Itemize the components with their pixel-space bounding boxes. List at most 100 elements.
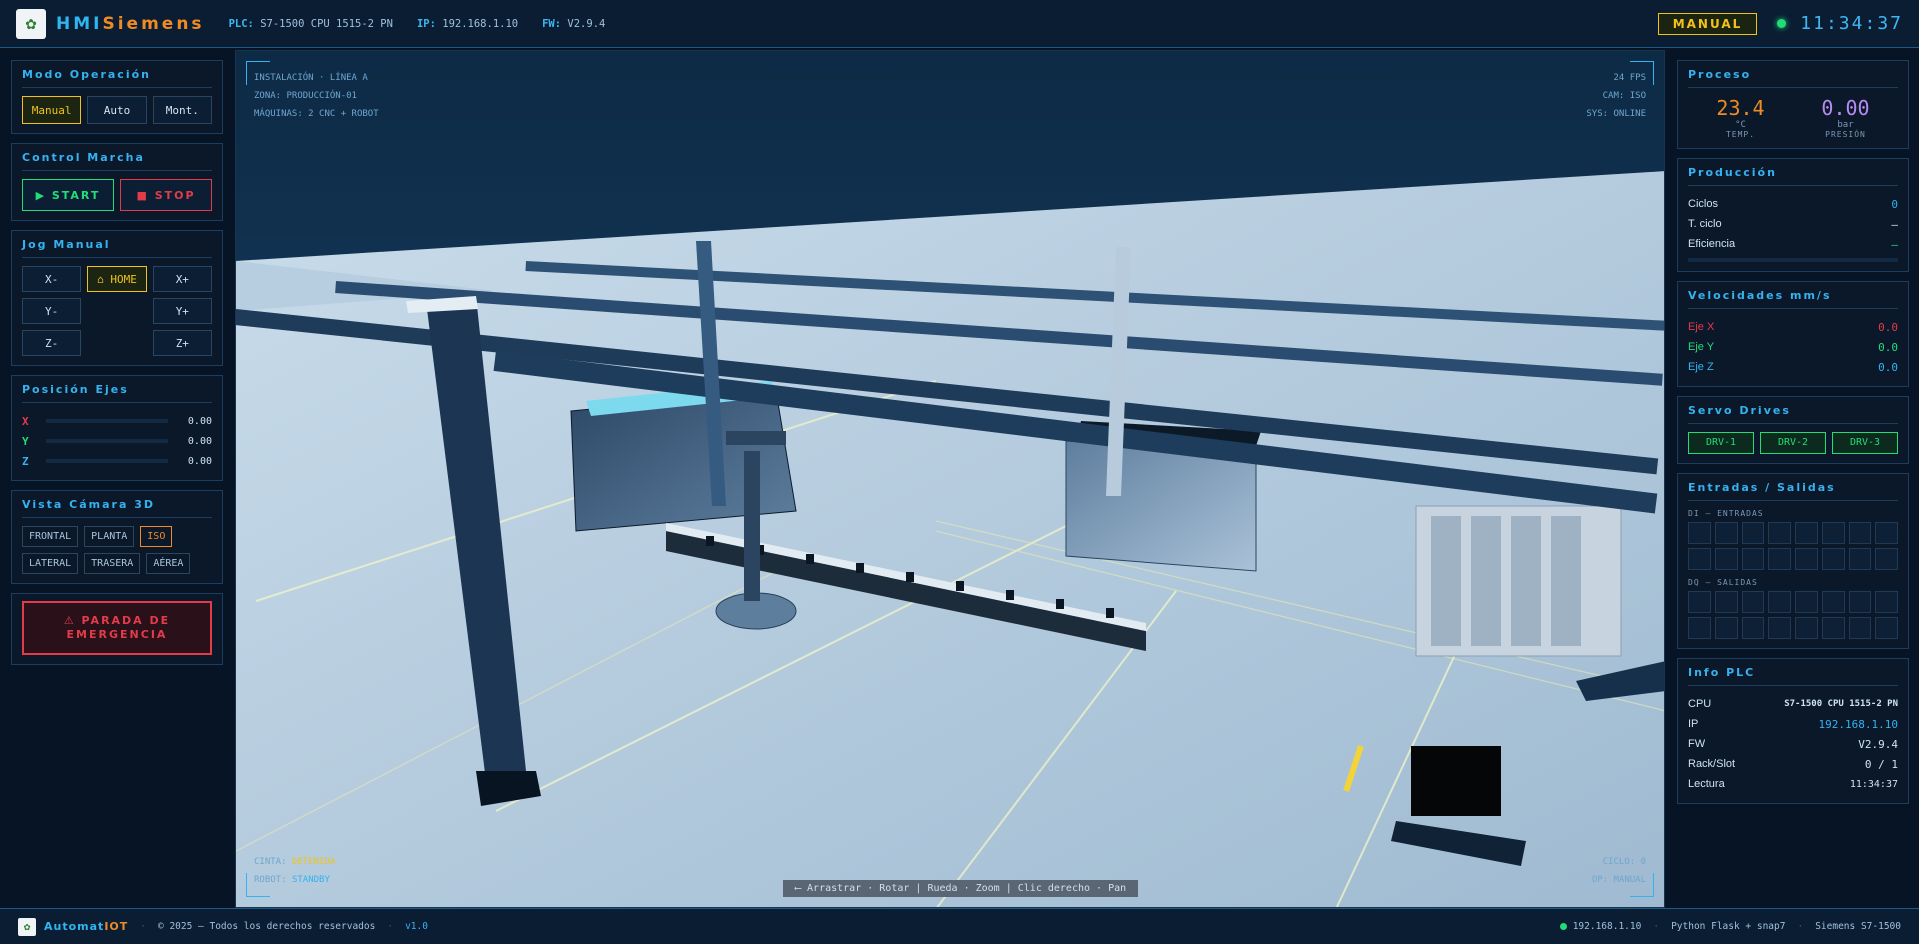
drive-1-status[interactable]: DRV-1 [1688,432,1754,454]
plc-ip-row: IP 192.168.1.10 [1688,717,1898,731]
clock: 11:34:37 [1800,13,1903,34]
footer-ip: 192.168.1.10 [1572,921,1642,932]
axis-z-row: Z 0.00 [22,454,212,468]
jog-y-minus-button[interactable]: Y- [22,298,82,324]
footer-device: Siemens S7-1500 [1815,921,1901,932]
dq-cell [1714,591,1738,613]
cam-planta-button[interactable]: PLANTA [84,526,135,547]
dq-cell [1741,591,1765,613]
copyright: © 2025 — Todos los derechos reservados [158,921,376,932]
production-panel-title: Producción [1688,166,1898,186]
servo-panel-title: Servo Drives [1688,404,1898,424]
io-panel-title: Entradas / Salidas [1688,481,1898,501]
speeds-panel-title: Velocidades mm/s [1688,289,1898,309]
cam-aerea-button[interactable]: AÉREA [146,553,191,574]
di-cell [1714,548,1738,570]
axis-x-bar [46,419,168,423]
di-cell [1741,548,1765,570]
dq-cell [1848,617,1872,639]
mode-manual-button[interactable]: Manual [22,96,82,124]
pressure-readout: 0.00 bar PRESIÓN [1821,96,1870,139]
io-panel: Entradas / Salidas DI — ENTRADAS DQ — SA… [1677,473,1909,649]
di-cell [1848,548,1872,570]
mode-badge: MANUAL [1657,12,1758,35]
viewport-info-top-right: 24 FPS CAM: ISO SYS: ONLINE [1586,73,1646,119]
dq-grid [1688,591,1898,639]
servo-panel: Servo Drives DRV-1 DRV-2 DRV-3 [1677,396,1909,464]
mode-auto-button[interactable]: Auto [87,96,147,124]
control-panel: Control Marcha ▶ START ■ STOP [11,143,223,221]
viewport-status-bottom-right: CICLO: 0 OP: MANUAL [1591,857,1646,885]
di-cell [1795,522,1818,544]
plc-info-panel: Info PLC CPU S7-1500 CPU 1515-2 PN IP 192.… [1677,658,1909,804]
temperature-readout: 23.4 °C TEMP. [1716,96,1765,139]
di-cell [1768,548,1791,570]
scene-viewport[interactable]: INSTALACIÓN · LÍNEA A ZONA: PRODUCCIÓN-01… [235,50,1665,908]
dq-cell [1795,591,1818,613]
di-grid [1688,522,1898,570]
dq-cell [1875,591,1898,613]
control-panel-title: Control Marcha [22,151,212,171]
efficiency-bar [1688,258,1898,262]
footer-stack: Python Flask + snap7 [1671,921,1786,932]
dq-cell [1688,617,1711,639]
di-cell [1795,548,1818,570]
drive-2-status[interactable]: DRV-2 [1760,432,1826,454]
di-cell [1741,522,1765,544]
mode-mont-button[interactable]: Mont. [152,96,212,124]
mode-panel-title: Modo Operación [22,68,212,88]
mode-panel: Modo Operación Manual Auto Mont. [11,60,223,134]
axis-z-bar [46,459,168,463]
viewport-status-bottom-left: CINTA: DETENIDA ROBOT: STANDBY [254,857,336,885]
speed-z-row: Eje Z 0.0 [1688,360,1898,374]
jog-y-plus-button[interactable]: Y+ [152,298,212,324]
app-brand: HMISiemens [56,13,205,34]
cam-frontal-button[interactable]: FRONTAL [22,526,79,547]
dq-cell [1821,617,1845,639]
cam-trasera-button[interactable]: TRASERA [84,553,141,574]
drive-3-status[interactable]: DRV-3 [1832,432,1898,454]
di-cell [1688,522,1711,544]
factory-scene[interactable] [236,51,1665,908]
plc-fw-row: FW V2.9.4 [1688,737,1898,751]
process-panel-title: Proceso [1688,68,1898,88]
axis-y-bar [46,439,168,443]
dq-label: DQ — SALIDAS [1688,578,1758,587]
camera-panel-title: Vista Cámara 3D [22,498,212,518]
axis-y-row: Y 0.00 [22,434,212,448]
jog-x-minus-button[interactable]: X- [22,266,82,292]
dq-cell [1688,591,1711,613]
cycles-row: Ciclos 0 [1688,197,1898,211]
efficiency-row: Eficiencia — [1688,237,1898,251]
belt-status: DETENIDA [291,857,336,867]
dq-cell [1768,591,1791,613]
cycle-time-row: T. ciclo — [1688,217,1898,231]
axes-panel: Posición Ejes X 0.00 Y 0.00 Z 0.00 [11,375,223,481]
jog-x-plus-button[interactable]: X+ [152,266,212,292]
start-button[interactable]: ▶ START [22,179,114,211]
jog-z-plus-button[interactable]: Z+ [152,330,212,356]
cam-lateral-button[interactable]: LATERAL [22,553,79,574]
jog-home-button[interactable]: ⌂ HOME [87,266,147,292]
di-cell [1875,548,1898,570]
plc-cpu-row: CPU S7-1500 CPU 1515-2 PN [1688,698,1898,710]
plc-info-title: Info PLC [1688,666,1898,686]
estop-panel: ⚠ PARADA DE EMERGENCIA [11,593,223,665]
camera-panel: Vista Cámara 3D FRONTAL PLANTA ISO LATER… [11,490,223,584]
dq-cell [1741,617,1765,639]
di-cell [1848,522,1872,544]
stop-button[interactable]: ■ STOP [120,179,212,211]
version: v1.0 [405,921,428,932]
emergency-stop-button[interactable]: ⚠ PARADA DE EMERGENCIA [22,601,212,655]
viewport-info-top-left: INSTALACIÓN · LÍNEA A ZONA: PRODUCCIÓN-01… [254,73,379,119]
fw-meta: FW: V2.9.4 [542,17,606,30]
jog-z-minus-button[interactable]: Z- [22,330,82,356]
plc-read-row: Lectura 11:34:37 [1688,778,1898,790]
cam-iso-button[interactable]: ISO [140,526,173,547]
dq-cell [1714,617,1738,639]
dq-cell [1875,617,1898,639]
jog-panel: Jog Manual X- ⌂ HOME X+ Y- Y+ Z- Z+ [11,230,223,366]
footer: ✿ AutomatIOT · © 2025 — Todos los derech… [0,908,1919,944]
production-panel: Producción Ciclos 0 T. ciclo — Eficiencia — [1677,158,1909,272]
plc-meta: PLC: S7-1500 CPU 1515-2 PN [228,17,393,30]
